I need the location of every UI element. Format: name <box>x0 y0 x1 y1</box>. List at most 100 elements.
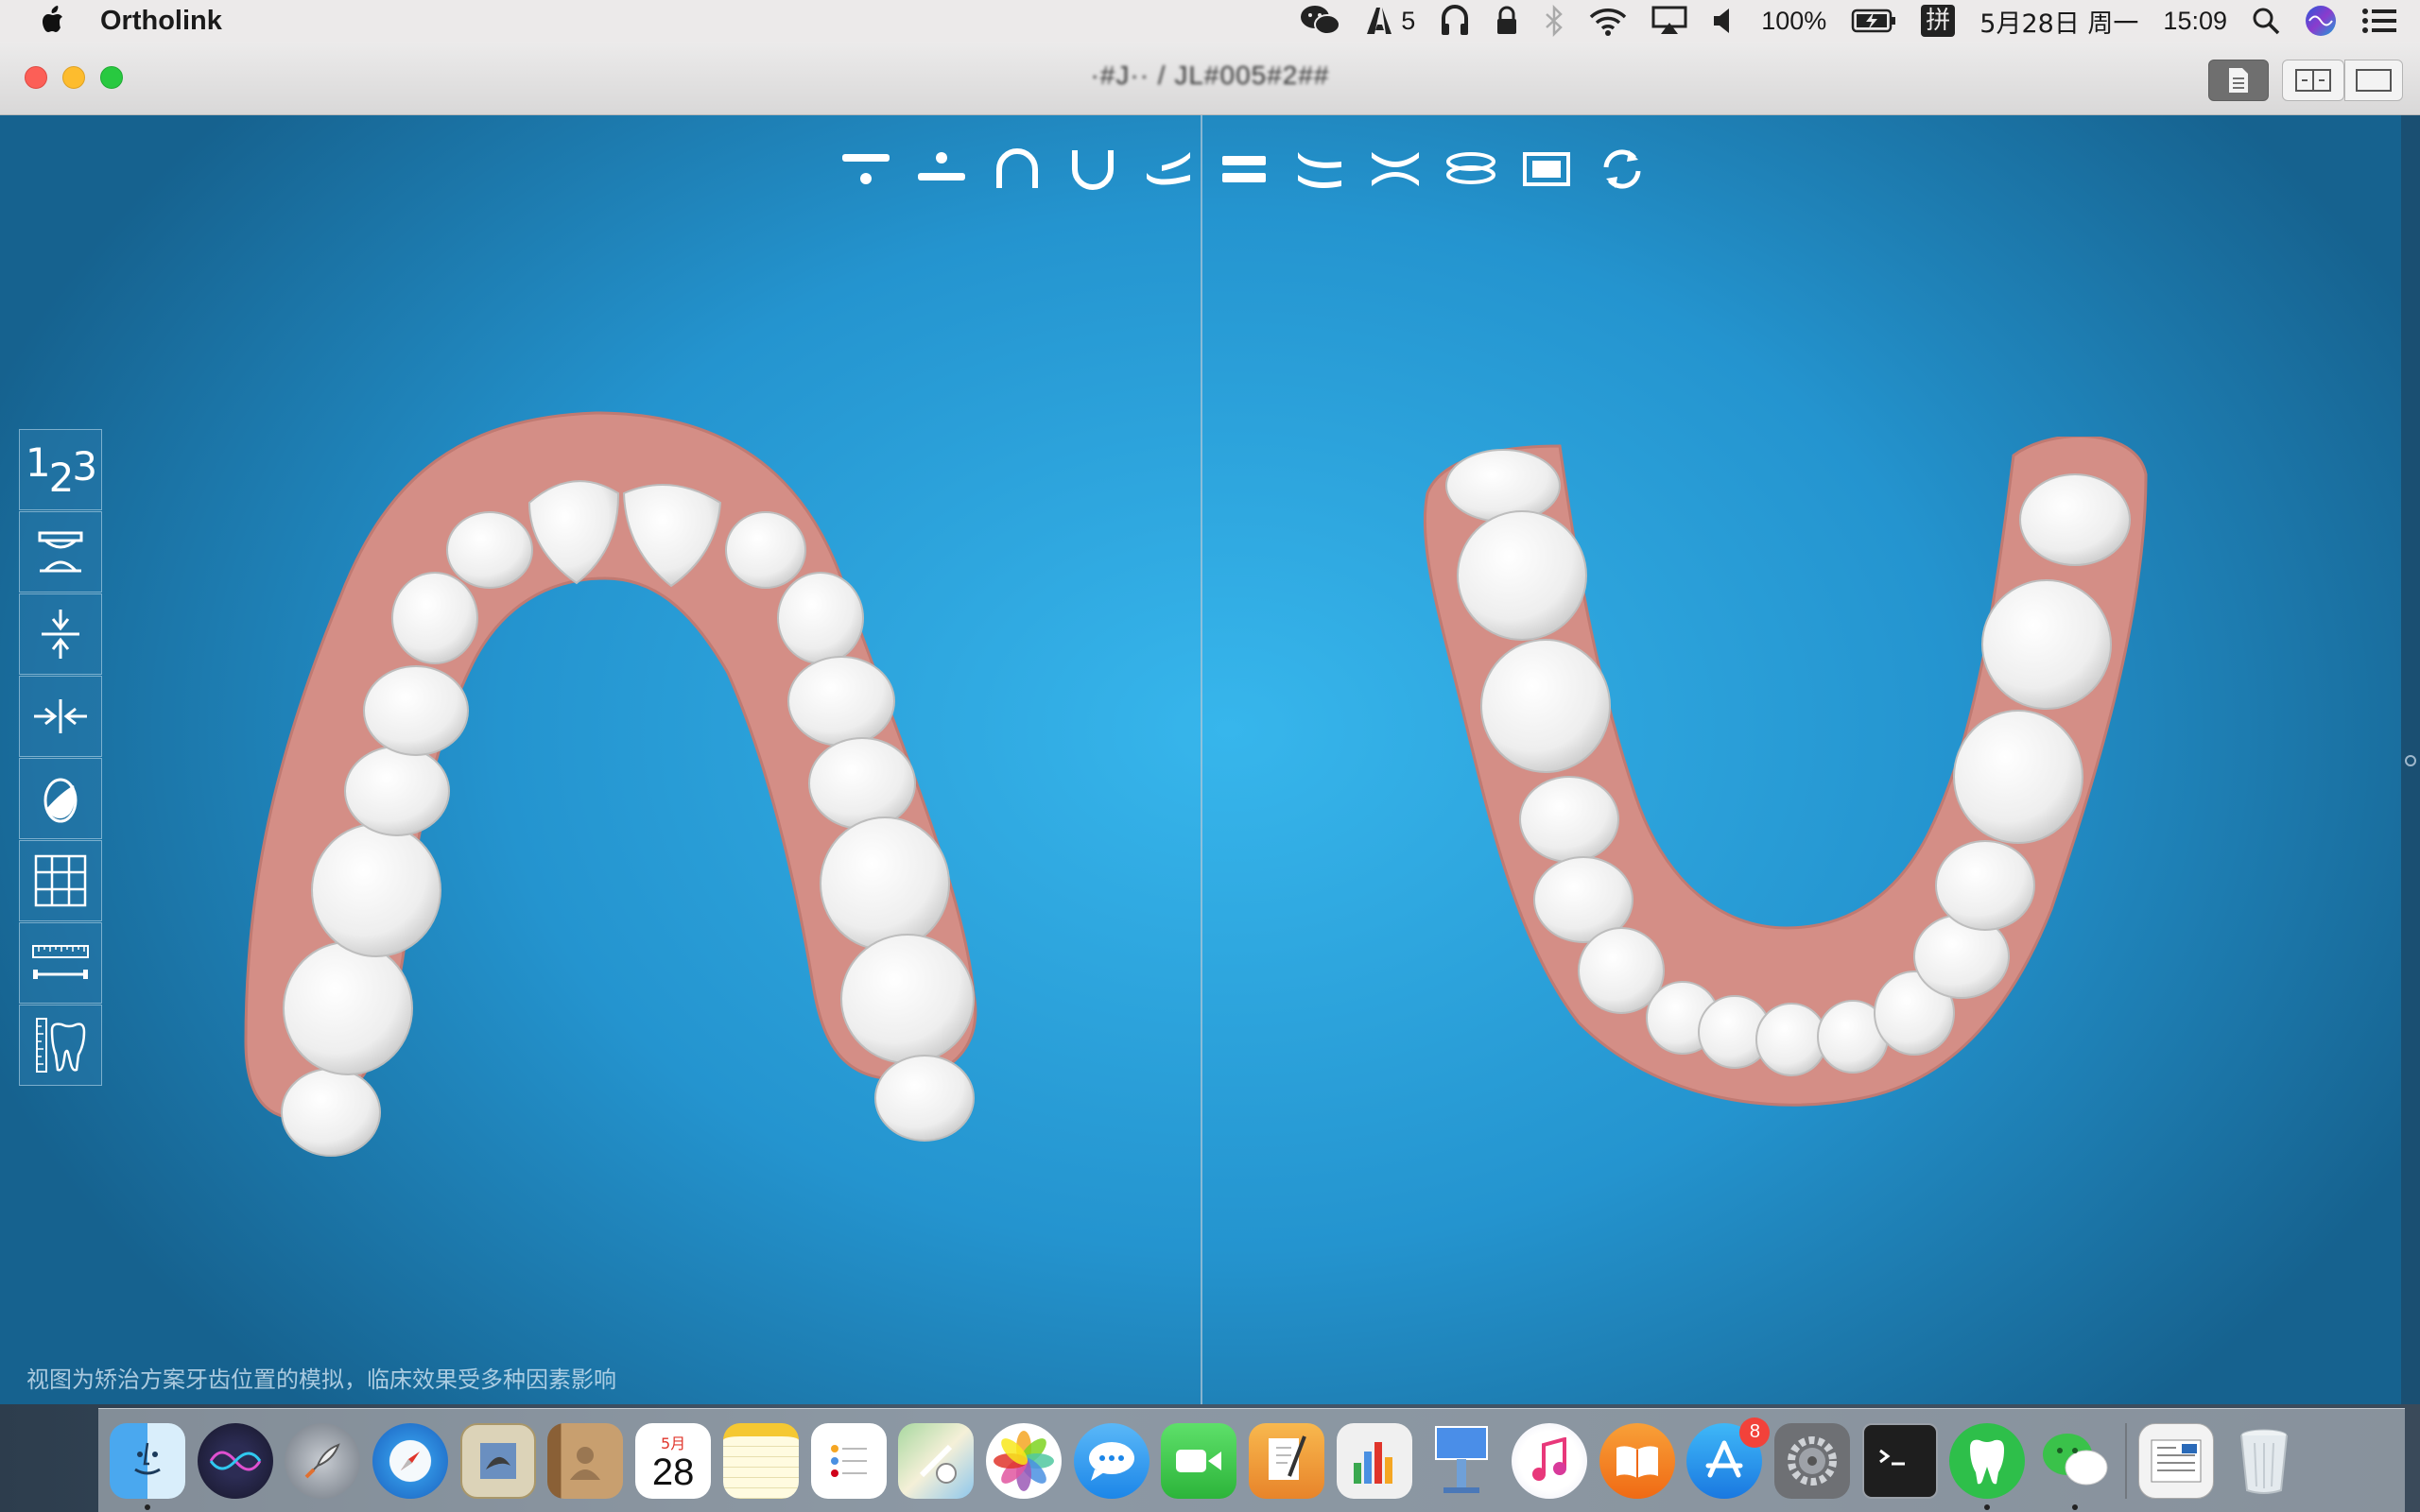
compass-icon <box>389 1439 432 1482</box>
keynote-icon[interactable] <box>1424 1423 1499 1499</box>
single-view-button[interactable] <box>2344 60 2403 101</box>
window-titlebar[interactable]: ·#J·· / JL#005#2## <box>0 42 2420 115</box>
front-view-button[interactable] <box>828 140 904 198</box>
trash-icon[interactable] <box>2226 1423 2302 1499</box>
tooth-measure-button[interactable] <box>19 1005 102 1086</box>
reminders-icon[interactable] <box>810 1422 887 1499</box>
ortholink-dock-icon[interactable] <box>1949 1422 2026 1510</box>
lock-icon[interactable] <box>1495 6 1519 36</box>
3d-model-viewport[interactable]: 123 视图为矫治方案牙齿位置的模拟，临床效果受多种因素影响 <box>0 115 2420 1404</box>
simulation-disclaimer: 视图为矫治方案牙齿位置的模拟，临床效果受多种因素影响 <box>26 1366 616 1393</box>
calendar-icon[interactable]: 5月 28 <box>635 1422 712 1499</box>
update-badge: 8 <box>1739 1417 1771 1448</box>
app-store-icon[interactable]: 8 <box>1686 1417 1771 1499</box>
occlusion-view-button[interactable] <box>1206 140 1282 198</box>
airplay-icon[interactable] <box>1651 6 1687 36</box>
pages-icon[interactable] <box>1248 1422 1324 1499</box>
crown-shape-icon <box>43 778 78 823</box>
wifi-icon[interactable] <box>1589 6 1627 36</box>
refresh-icon <box>1603 149 1641 189</box>
menu-time[interactable]: 15:09 <box>2163 7 2227 36</box>
resize-handle-icon[interactable] <box>2404 754 2417 767</box>
podium-icon <box>1435 1425 1489 1493</box>
right-view-button[interactable] <box>1282 140 1357 198</box>
calendar-day: 28 <box>651 1451 695 1493</box>
tooth-number-digit: 2 <box>48 454 75 501</box>
left-view-button[interactable] <box>1131 140 1206 198</box>
siri-wave-icon <box>209 1451 261 1470</box>
close-window-button[interactable] <box>25 66 47 89</box>
tooth-numbering-button[interactable]: 123 <box>19 429 102 510</box>
back-view-icon <box>918 152 965 180</box>
document-stack-icon <box>2151 1439 2202 1482</box>
system-preferences-icon[interactable] <box>1774 1422 1851 1499</box>
maps-icon[interactable] <box>898 1422 975 1499</box>
ipr-gap-button[interactable] <box>19 676 102 757</box>
spotlight-search-icon[interactable] <box>2252 7 2280 35</box>
adobe-menu[interactable]: 5 <box>1365 6 1415 36</box>
prompt-icon <box>1878 1449 1905 1465</box>
contacts-icon[interactable] <box>547 1422 624 1499</box>
launchpad-icon[interactable] <box>285 1422 361 1499</box>
itunes-icon[interactable] <box>1512 1422 1587 1499</box>
numbers-icon[interactable] <box>1336 1422 1412 1499</box>
crown-shape-button[interactable] <box>19 758 102 839</box>
volume-icon[interactable] <box>1712 7 1737 35</box>
app-name[interactable]: Ortholink <box>100 6 222 37</box>
back-view-button[interactable] <box>904 140 979 198</box>
rocket-icon <box>304 1442 341 1478</box>
tools-sidebar: 123 <box>19 429 102 1087</box>
bite-view-button[interactable] <box>1433 140 1509 198</box>
photos-icon[interactable] <box>985 1422 1062 1499</box>
trash-can-icon <box>2239 1429 2288 1494</box>
tooth-numbering-icon: 123 <box>26 439 97 501</box>
input-method-indicator[interactable]: 拼 <box>1921 5 1956 37</box>
apple-menu-icon[interactable] <box>34 2 72 40</box>
grid-button[interactable] <box>19 840 102 921</box>
menu-date[interactable]: 5月28日 周一 <box>1979 3 2138 40</box>
video-camera-icon <box>1176 1449 1222 1472</box>
ibooks-icon[interactable] <box>1599 1422 1675 1499</box>
facetime-icon[interactable] <box>1161 1422 1237 1499</box>
menu-bar: Ortholink 5 100% 拼 5月28日 周一 15:09 <box>0 0 2420 42</box>
lower-arch-view-button[interactable] <box>1055 140 1131 198</box>
reset-view-button[interactable] <box>1584 140 1660 198</box>
attachment-button[interactable] <box>19 511 102 593</box>
headphone-icon[interactable] <box>1440 5 1470 37</box>
viewport-divider[interactable] <box>1201 115 1202 1404</box>
upper-arch-model[interactable] <box>236 361 1011 1193</box>
notification-center-icon[interactable] <box>2361 7 2397 35</box>
zoom-window-button[interactable] <box>100 66 123 89</box>
upper-arch-view-button[interactable] <box>979 140 1055 198</box>
bluetooth-icon[interactable] <box>1544 5 1564 37</box>
downloads-stack-icon[interactable] <box>2137 1422 2214 1499</box>
full-view-icon <box>2356 69 2392 92</box>
compress-button[interactable] <box>19 593 102 675</box>
single-document-view-button[interactable] <box>2208 60 2269 101</box>
right-side-view-icon <box>1298 152 1341 188</box>
frame-view-button[interactable] <box>1509 140 1584 198</box>
safari-icon[interactable] <box>372 1422 449 1499</box>
siri-dock-icon[interactable] <box>197 1422 273 1499</box>
messages-icon[interactable] <box>1073 1422 1150 1499</box>
running-indicator <box>145 1503 150 1510</box>
wechat-bubbles-icon <box>2043 1433 2108 1485</box>
battery-icon[interactable] <box>1851 8 1896 34</box>
finder-icon[interactable] <box>110 1422 185 1510</box>
left-side-view-icon <box>1147 152 1190 185</box>
open-view-button[interactable] <box>1357 140 1433 198</box>
siri-icon[interactable] <box>2305 5 2337 37</box>
terminal-icon[interactable] <box>1861 1422 1938 1499</box>
tooth-icon <box>1970 1439 2005 1484</box>
ruler-button[interactable] <box>19 922 102 1004</box>
lower-arch-model[interactable] <box>1409 437 2165 1174</box>
attachment-icon <box>38 531 83 573</box>
minimize-window-button[interactable] <box>62 66 85 89</box>
notes-icon[interactable] <box>722 1422 799 1499</box>
battery-percent: 100% <box>1761 6 1827 35</box>
wechat-icon[interactable] <box>1299 4 1341 38</box>
adobe-icon <box>1367 8 1392 34</box>
split-view-button[interactable] <box>2282 60 2344 101</box>
mail-icon[interactable] <box>459 1422 536 1499</box>
wechat-dock-icon[interactable] <box>2037 1423 2113 1510</box>
